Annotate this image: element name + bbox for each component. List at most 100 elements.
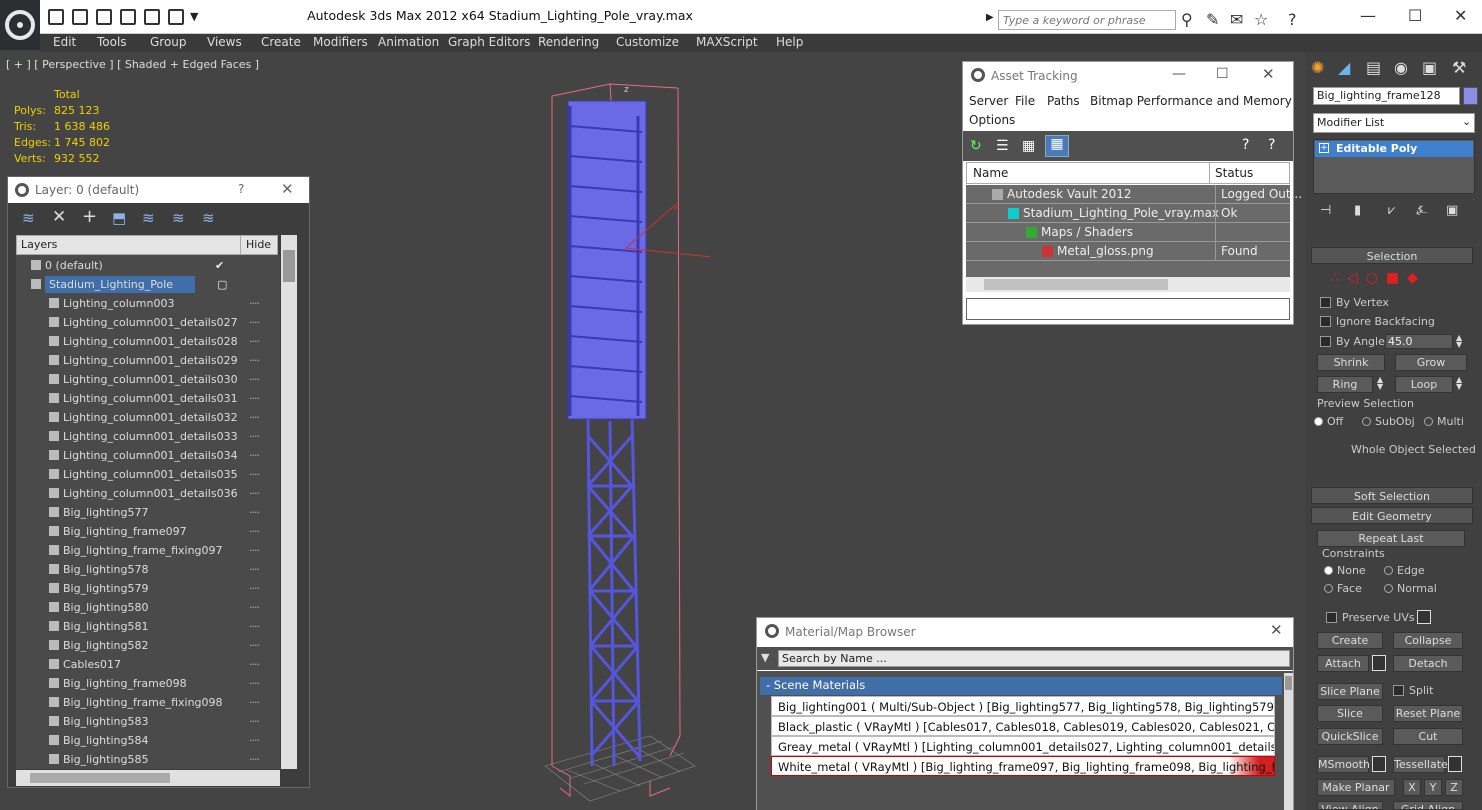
asset-close-icon[interactable]: ✕ xyxy=(1262,65,1275,83)
material-close-icon[interactable]: ✕ xyxy=(1270,621,1283,639)
asset-menu-server[interactable]: Server xyxy=(969,94,1008,108)
object-row[interactable]: Lighting_column001_details034 ···· xyxy=(9,446,279,465)
create-tab-icon[interactable]: ✺ xyxy=(1311,58,1324,77)
chevron-down-icon[interactable]: ⌄ xyxy=(1462,115,1471,128)
object-row[interactable]: Big_lighting_frame_fixing098 ···· xyxy=(9,693,279,712)
hide-toggle[interactable]: ···· xyxy=(249,522,260,541)
minimize-icon[interactable]: — xyxy=(1360,6,1376,25)
preview-subobj-radio[interactable]: SubObj xyxy=(1362,415,1415,428)
hide-toggle[interactable]: ···· xyxy=(249,731,260,750)
layer-list[interactable]: 0 (default) ✔ Stadium_Lighting_Pole ▢ Lighti… xyxy=(9,256,279,768)
col-hide[interactable]: Hide xyxy=(246,238,271,251)
material-row[interactable]: Greay_metal ( VRayMtl ) [Lighting_column… xyxy=(771,736,1275,756)
repeat-last-button[interactable]: Repeat Last xyxy=(1317,530,1465,547)
grid-align-button[interactable]: Grid Align xyxy=(1393,801,1463,810)
layer-h-scroll-thumb[interactable] xyxy=(30,773,170,783)
menu-animation[interactable]: Animation xyxy=(378,35,439,49)
object-row[interactable]: Big_lighting583 ···· xyxy=(9,712,279,731)
delete-layer-icon[interactable]: ✕ xyxy=(52,207,66,227)
asset-table-body[interactable]: Autodesk Vault 2012 Logged Out .. Stadium_… xyxy=(966,185,1302,277)
asset-menu-paths[interactable]: Paths xyxy=(1047,94,1080,108)
hide-toggle[interactable]: ···· xyxy=(249,370,260,389)
help-icon[interactable]: ? xyxy=(1288,10,1297,29)
object-row[interactable]: Big_lighting_frame097 ···· xyxy=(9,522,279,541)
make-unique-icon[interactable]: ⩗ xyxy=(1388,203,1395,218)
communication-icon[interactable]: ✉ xyxy=(1230,10,1243,29)
hide-toggle[interactable]: ···· xyxy=(249,541,260,560)
menu-customize[interactable]: Customize xyxy=(616,35,679,49)
material-list[interactable]: Big_lighting001 ( Multi/Sub-Object ) [Bi… xyxy=(771,696,1275,776)
object-row[interactable]: Lighting_column003 ···· xyxy=(9,294,279,313)
col-status[interactable]: Status xyxy=(1215,166,1253,180)
object-row[interactable]: Big_lighting578 ···· xyxy=(9,560,279,579)
layer-scroll-thumb[interactable] xyxy=(283,250,295,282)
asset-menu-file[interactable]: File xyxy=(1015,94,1035,108)
object-row[interactable]: Big_lighting582 ···· xyxy=(9,636,279,655)
material-scrollbar[interactable] xyxy=(1284,673,1293,810)
lighting-pole-model[interactable]: z x y xyxy=(530,76,710,806)
utilities-tab-icon[interactable]: ⚒ xyxy=(1452,58,1466,77)
by-angle-option[interactable]: By Angle: xyxy=(1320,335,1389,348)
object-row[interactable]: Lighting_column001_details035 ···· xyxy=(9,465,279,484)
object-row[interactable]: Big_lighting579 ···· xyxy=(9,579,279,598)
hide-toggle[interactable]: ···· xyxy=(249,655,260,674)
planar-x-button[interactable]: X xyxy=(1403,779,1421,796)
asset-menu-bitmap[interactable]: Bitmap Performance and Memory xyxy=(1090,94,1292,108)
by-vertex-option[interactable]: By Vertex xyxy=(1320,296,1389,309)
menu-maxscript[interactable]: MAXScript xyxy=(696,35,758,49)
selection-rollout[interactable]: Selection xyxy=(1311,247,1473,264)
menu-tools[interactable]: Tools xyxy=(97,35,127,49)
hide-toggle[interactable]: ···· xyxy=(249,332,260,351)
menu-rendering[interactable]: Rendering xyxy=(538,35,599,49)
viewport-label[interactable]: [ + ] [ Perspective ] [ Shaded + Edged F… xyxy=(6,58,259,71)
object-row[interactable]: Lighting_column001_details028 ···· xyxy=(9,332,279,351)
scene-materials-group[interactable]: - Scene Materials xyxy=(760,677,1282,695)
close-icon[interactable]: ✕ xyxy=(1454,6,1467,25)
object-row[interactable]: Big_lighting581 ···· xyxy=(9,617,279,636)
menu-help[interactable]: Help xyxy=(776,35,803,49)
layer-help-button[interactable]: ? xyxy=(238,182,244,196)
layer-scrollbar[interactable] xyxy=(281,235,297,769)
object-row[interactable]: Cables017 ···· xyxy=(9,655,279,674)
show-end-result-icon[interactable]: ▮ xyxy=(1354,203,1361,218)
thumbnail-view-icon[interactable]: ▦ xyxy=(1022,138,1035,154)
layer-close-icon[interactable]: ✕ xyxy=(281,180,294,198)
make-planar-button[interactable]: Make Planar xyxy=(1317,779,1395,796)
menu-graph-editors[interactable]: Graph Editors xyxy=(448,35,530,49)
constraint-face-radio[interactable]: Face xyxy=(1324,582,1362,595)
col-name[interactable]: Name xyxy=(973,166,1008,180)
shrink-button[interactable]: Shrink xyxy=(1317,354,1385,371)
tessellate-button[interactable]: Tessellate xyxy=(1393,756,1448,773)
asset-row[interactable]: Autodesk Vault 2012 Logged Out .. xyxy=(966,185,1302,204)
hide-toggle[interactable]: ···· xyxy=(249,351,260,370)
hide-toggle[interactable]: ···· xyxy=(249,579,260,598)
hide-toggle[interactable]: ···· xyxy=(249,636,260,655)
object-row[interactable]: Lighting_column001_details029 ···· xyxy=(9,351,279,370)
create-button[interactable]: Create xyxy=(1317,632,1383,649)
soft-selection-rollout[interactable]: Soft Selection xyxy=(1311,487,1473,504)
view-align-button[interactable]: View Align xyxy=(1317,801,1383,810)
preview-multi-radio[interactable]: Multi xyxy=(1424,415,1464,428)
binoculars-icon[interactable]: ⚲ xyxy=(1181,10,1193,29)
refresh-icon[interactable]: ↻ xyxy=(970,138,982,154)
preserve-uvs-option[interactable]: Preserve UVs xyxy=(1326,611,1415,624)
asset-path-field[interactable] xyxy=(966,298,1290,320)
asset-help2-icon[interactable]: ? xyxy=(1268,137,1275,153)
hide-toggle[interactable]: ···· xyxy=(249,617,260,636)
preserve-uvs-settings-icon[interactable] xyxy=(1417,610,1431,624)
grow-button[interactable]: Grow xyxy=(1395,354,1467,371)
hide-toggle[interactable]: ···· xyxy=(249,693,260,712)
display-tab-icon[interactable]: ▣ xyxy=(1422,58,1437,77)
add-selected-icon[interactable]: + xyxy=(82,206,97,227)
ring-button[interactable]: Ring xyxy=(1317,376,1373,393)
attach-button[interactable]: Attach xyxy=(1317,655,1369,672)
material-scroll-thumb[interactable] xyxy=(1285,676,1292,690)
highlight-layer-icon[interactable]: ≋ xyxy=(142,209,155,227)
hide-toggle[interactable]: ···· xyxy=(249,389,260,408)
object-row[interactable]: Big_lighting_frame098 ···· xyxy=(9,674,279,693)
list-view-icon[interactable]: ☰ xyxy=(996,138,1009,154)
favorites-icon[interactable]: ☆ xyxy=(1254,10,1268,29)
angle-value-input[interactable]: 45.0 xyxy=(1385,334,1453,349)
loop-spinner[interactable]: ▲ ▼ xyxy=(1456,376,1462,391)
constraint-edge-radio[interactable]: Edge xyxy=(1384,564,1425,577)
